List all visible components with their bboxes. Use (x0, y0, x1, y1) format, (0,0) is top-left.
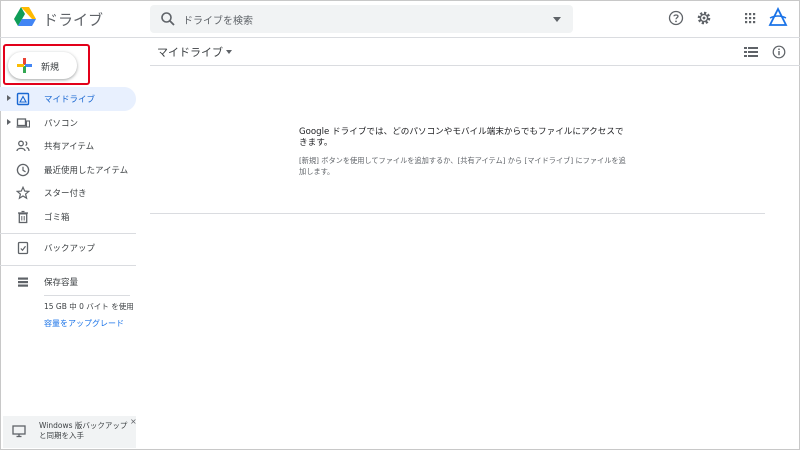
expand-arrow-icon[interactable] (7, 118, 11, 125)
search-options-caret-icon[interactable] (553, 17, 561, 22)
account-avatar-icon[interactable] (767, 7, 789, 29)
top-bar: ドライブ ドライブを検索 (0, 0, 800, 38)
main-header-divider (150, 65, 800, 66)
sidebar-item-label: バックアップ (44, 244, 96, 254)
storage-usage-bar (44, 295, 130, 296)
clock-icon (16, 163, 30, 176)
sidebar-item-trash[interactable]: ゴミ箱 (0, 205, 136, 229)
sidebar-divider (0, 265, 136, 266)
promo-text: Windows 版バックアップと同期を入手 (39, 421, 128, 440)
sidebar-item-storage[interactable]: 保存容量 (0, 270, 136, 294)
sidebar-item-label: 共有アイテム (44, 142, 95, 152)
sidebar-item-label: パソコン (44, 118, 79, 129)
sidebar-item-label: ゴミ箱 (44, 212, 70, 223)
sidebar-item-recent[interactable]: 最近使用したアイテム (0, 158, 136, 182)
drive-logo-icon[interactable] (14, 7, 36, 27)
sidebar-item-shared[interactable]: 共有アイテム (0, 134, 136, 158)
sidebar-item-label: 保存容量 (44, 278, 79, 288)
search-input[interactable]: ドライブを検索 (183, 12, 253, 27)
list-view-icon[interactable] (744, 46, 758, 58)
monitor-icon (12, 425, 26, 438)
sidebar-item-label: 最近使用したアイテム (44, 165, 129, 176)
storage-used-text: 15 GB 中 0 バイト を使用 (44, 302, 134, 311)
sidebar-item-label: マイドライブ (44, 95, 96, 105)
sidebar-item-starred[interactable]: スター付き (0, 181, 136, 205)
upgrade-storage-link[interactable]: 容量をアップグレード (44, 318, 124, 329)
computers-icon (16, 117, 30, 128)
info-icon[interactable] (772, 45, 786, 59)
search-icon[interactable] (160, 11, 176, 27)
backup-icon (17, 241, 29, 255)
help-icon[interactable] (668, 10, 684, 26)
my-drive-icon (16, 92, 30, 106)
content-divider (150, 213, 765, 214)
backup-sync-promo[interactable]: Windows 版バックアップと同期を入手 × (3, 416, 137, 448)
settings-gear-icon[interactable] (696, 10, 712, 26)
annotation-highlight-box (3, 44, 90, 85)
close-icon[interactable]: × (130, 417, 137, 426)
app-title[interactable]: ドライブ (43, 9, 103, 30)
sidebar-item-computers[interactable]: パソコン (0, 111, 136, 135)
title-dropdown-caret-icon[interactable] (226, 50, 232, 54)
storage-icon (18, 277, 28, 287)
sidebar-item-my-drive[interactable]: マイドライブ (0, 87, 136, 111)
sidebar-item-label: スター付き (44, 189, 87, 199)
search-bar[interactable]: ドライブを検索 (150, 5, 573, 33)
empty-state-message: Google ドライブでは、どのパソコンやモバイル端末からでもファイルにアクセス… (299, 127, 624, 148)
sidebar-divider (0, 233, 136, 234)
apps-grid-icon[interactable] (742, 10, 758, 26)
star-icon (16, 186, 30, 200)
empty-state-hint: [新規] ボタンを使用してファイルを追加するか、[共有アイテム] から [マイド… (299, 156, 626, 176)
trash-icon (18, 210, 28, 223)
shared-icon (16, 140, 30, 152)
expand-arrow-icon[interactable] (7, 95, 11, 101)
sidebar-nav: マイドライブ パソコン 共有アイテム 最近使用したアイテム スター付き ゴミ箱 (0, 87, 136, 228)
sidebar-item-backup[interactable]: バックアップ (0, 236, 136, 260)
page-title[interactable]: マイドライブ (157, 44, 223, 60)
